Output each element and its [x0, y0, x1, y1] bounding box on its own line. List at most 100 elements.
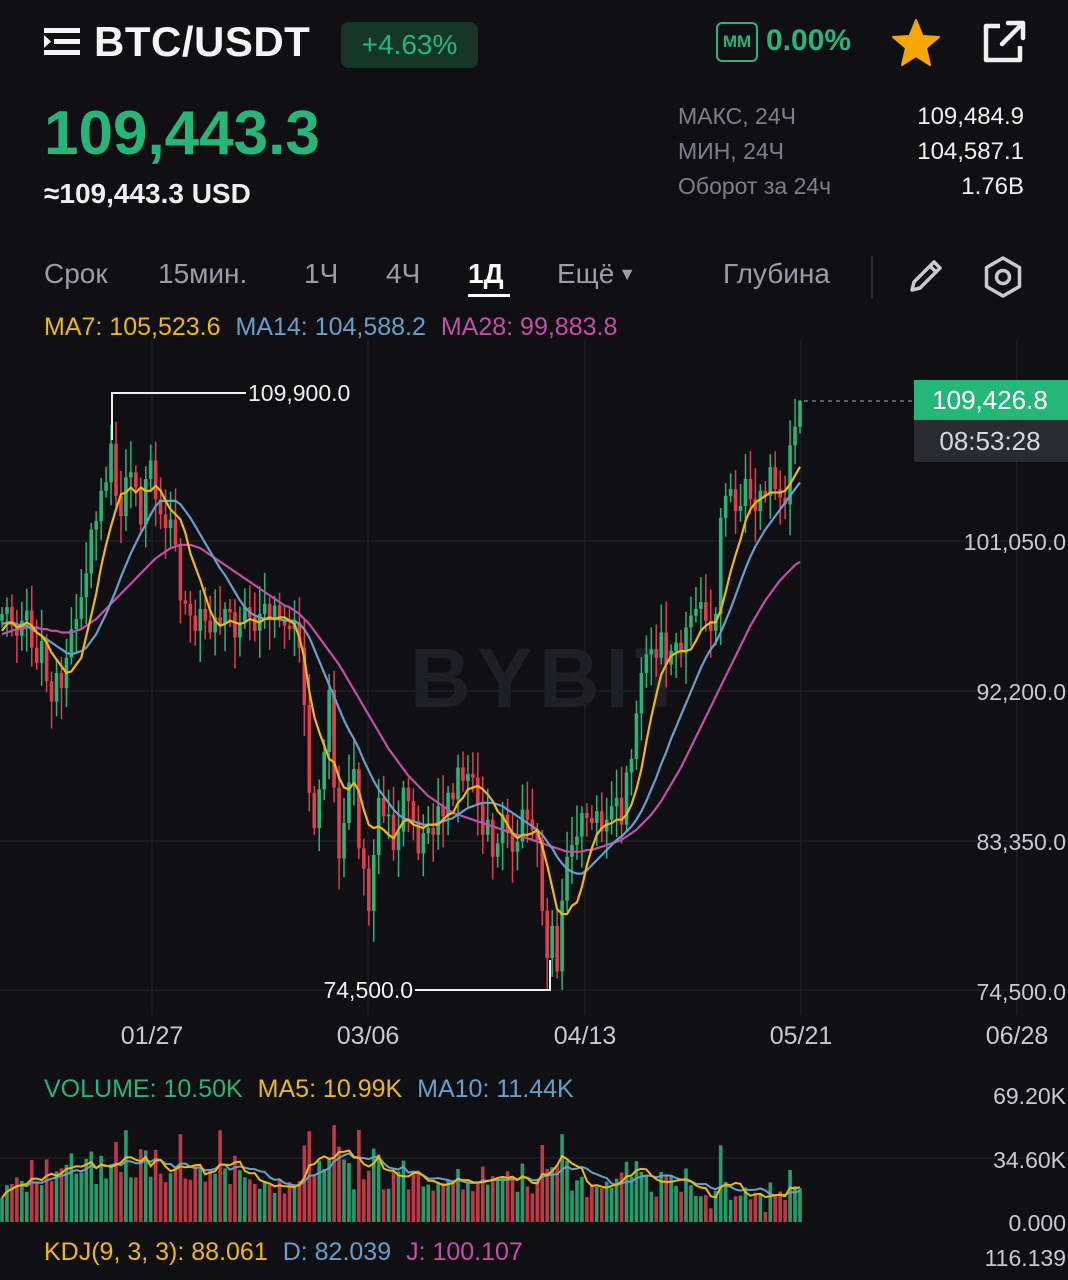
volume-bar	[15, 1177, 19, 1222]
y-tick-label: 92,200.0	[976, 679, 1066, 705]
volume-bar	[0, 1197, 4, 1222]
candle-body	[332, 689, 336, 788]
candle-body	[366, 868, 371, 911]
candle-body	[634, 713, 639, 759]
candle-body	[178, 544, 183, 601]
candle-body	[798, 400, 802, 427]
candle-body	[421, 833, 426, 854]
candle-body	[317, 789, 322, 829]
kdj-k-label: KDJ(9, 3, 3): 88.061	[44, 1238, 268, 1266]
volume-ma5-label: MA5: 10.99K	[257, 1075, 403, 1103]
candle-body	[476, 777, 480, 805]
volume-bar	[287, 1182, 292, 1222]
volume-bar	[173, 1168, 178, 1222]
volume-bar	[565, 1160, 569, 1222]
candle-body	[357, 769, 361, 849]
volume-bar	[168, 1173, 173, 1222]
x-tick-label: 05/21	[770, 1022, 833, 1050]
volume-bar	[272, 1192, 277, 1222]
candle-body	[723, 495, 728, 518]
volume-bar	[421, 1186, 426, 1222]
volume-bar	[188, 1179, 193, 1222]
volume-bar	[773, 1194, 778, 1222]
volume-bar	[763, 1211, 768, 1222]
volume-bar	[599, 1188, 604, 1222]
volume-bar	[733, 1196, 738, 1222]
candle-body	[456, 767, 460, 800]
candle-body	[193, 615, 198, 631]
volume-bar	[352, 1189, 356, 1222]
volume-bar	[689, 1185, 693, 1222]
volume-bar	[183, 1178, 188, 1222]
volume-bar	[436, 1182, 440, 1222]
volume-bar	[728, 1199, 733, 1222]
candle-body	[124, 477, 128, 517]
candle-body	[84, 573, 89, 598]
volume-bar	[490, 1176, 495, 1222]
volume-bar	[267, 1184, 272, 1222]
volume-bar	[282, 1193, 287, 1222]
volume-bar	[44, 1159, 49, 1222]
candle-body	[74, 618, 79, 630]
volume-bar	[500, 1176, 505, 1222]
volume-bar	[223, 1168, 227, 1222]
y-tick-label: 101,050.0	[964, 529, 1066, 555]
volume-bar	[738, 1195, 743, 1222]
volume-bar	[718, 1145, 723, 1222]
volume-bar	[69, 1153, 74, 1222]
volume-bar	[252, 1183, 257, 1222]
volume-bar	[322, 1168, 326, 1222]
kdj-tick-label: 116.139	[985, 1245, 1066, 1271]
volume-bar	[193, 1164, 198, 1222]
volume-bar	[644, 1174, 649, 1222]
candle-body	[163, 514, 168, 528]
volume-bar	[104, 1178, 108, 1222]
volume-label: VOLUME: 10.50K	[44, 1075, 243, 1103]
volume-bar	[411, 1171, 416, 1222]
candle-body	[480, 804, 485, 835]
volume-ma10-label: MA10: 11.44K	[417, 1075, 574, 1103]
candle-body	[525, 809, 530, 820]
candle-body	[104, 482, 108, 491]
candle-body	[644, 654, 649, 673]
candle-body	[272, 605, 277, 619]
candle-body	[89, 529, 94, 574]
candle-body	[203, 608, 208, 621]
candle-body	[168, 519, 173, 528]
candle-body	[585, 812, 589, 818]
ma28-line	[1, 543, 801, 853]
volume-bar	[684, 1168, 688, 1222]
volume-bar	[20, 1180, 24, 1222]
volume-bar	[396, 1171, 401, 1222]
candle-body	[728, 489, 733, 496]
volume-bar	[451, 1179, 455, 1222]
candle-body	[396, 831, 401, 851]
candle-body	[590, 817, 594, 824]
volume-bar	[29, 1159, 34, 1222]
candle-body	[34, 647, 39, 663]
candle-body	[406, 787, 411, 802]
candle-body	[54, 672, 59, 702]
candle-body	[704, 602, 708, 621]
volume-bar	[129, 1177, 133, 1222]
candle-body	[381, 797, 386, 817]
low-marker-line	[415, 960, 551, 991]
volume-bar	[233, 1155, 237, 1222]
volume-bar	[485, 1184, 490, 1222]
volume-bar	[530, 1193, 535, 1222]
y-tick-label: 83,350.0	[976, 829, 1066, 855]
volume-bar	[238, 1170, 242, 1222]
candle-body	[228, 608, 232, 613]
volume-bar	[39, 1185, 44, 1222]
volume-bar	[366, 1170, 371, 1222]
candle-body	[223, 608, 227, 625]
volume-bar	[609, 1187, 614, 1222]
current-price-label: 109,426.8	[932, 385, 1048, 415]
candle-body	[188, 603, 193, 616]
volume-bar	[34, 1182, 39, 1222]
kdj-d-label: D: 82.039	[282, 1238, 392, 1266]
high-marker-label: 109,900.0	[248, 380, 350, 406]
candle-body	[594, 811, 599, 824]
volume-bar	[376, 1154, 381, 1222]
volume-bar	[312, 1175, 317, 1222]
